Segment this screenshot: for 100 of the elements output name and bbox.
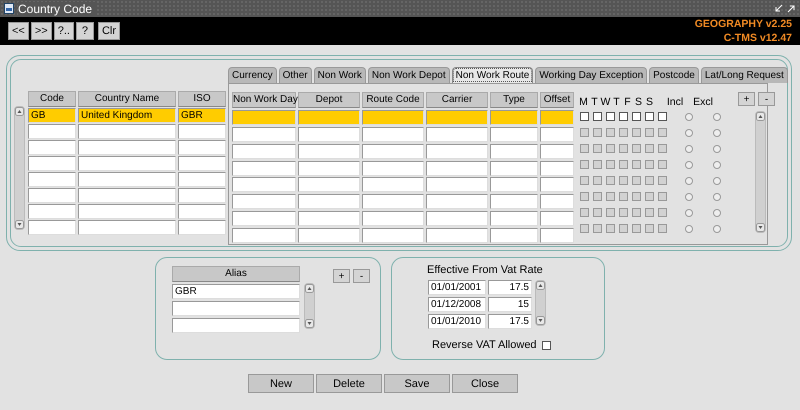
add-button[interactable]: +: [738, 92, 755, 106]
table-cell[interactable]: [232, 144, 296, 159]
table-cell[interactable]: [490, 160, 538, 176]
checkbox[interactable]: [645, 208, 654, 217]
tab[interactable]: Non Work Route: [452, 67, 534, 83]
checkbox[interactable]: [606, 224, 615, 233]
table-cell[interactable]: United Kingdom: [78, 108, 176, 123]
checkbox[interactable]: [593, 176, 602, 185]
radio-button[interactable]: [713, 208, 721, 216]
scrollbar[interactable]: [535, 280, 546, 326]
table-cell[interactable]: [540, 110, 574, 125]
scroll-down-button[interactable]: [536, 316, 545, 325]
table-cell[interactable]: [298, 160, 360, 176]
checkbox[interactable]: [632, 128, 641, 137]
scrollbar[interactable]: [755, 111, 766, 233]
tab[interactable]: Postcode: [649, 67, 699, 83]
checkbox[interactable]: [593, 144, 602, 153]
date-field[interactable]: 01/01/2010: [428, 314, 486, 329]
scroll-down-button[interactable]: [756, 223, 765, 232]
table-cell[interactable]: [78, 220, 176, 235]
checkbox[interactable]: [593, 160, 602, 169]
table-cell[interactable]: [490, 126, 538, 142]
table-cell[interactable]: [490, 144, 538, 159]
checkbox[interactable]: [632, 192, 641, 201]
table-cell[interactable]: [28, 188, 76, 203]
table-cell[interactable]: [490, 177, 538, 192]
table-cell[interactable]: [78, 172, 176, 187]
rate-field[interactable]: 17.5: [488, 280, 532, 295]
table-cell[interactable]: [178, 124, 226, 139]
table-cell[interactable]: [426, 228, 488, 244]
checkbox[interactable]: [645, 192, 654, 201]
toolbar-button[interactable]: <<: [8, 22, 29, 40]
tab[interactable]: Lat/Long Request: [700, 67, 788, 83]
table-cell[interactable]: [362, 126, 424, 142]
table-cell[interactable]: [362, 160, 424, 176]
checkbox[interactable]: [619, 144, 628, 153]
tab[interactable]: Currency: [228, 67, 277, 83]
checkbox[interactable]: [619, 176, 628, 185]
table-cell[interactable]: [178, 140, 226, 155]
table-cell[interactable]: [540, 160, 574, 176]
checkbox[interactable]: [580, 176, 589, 185]
rate-field[interactable]: 15: [488, 297, 532, 312]
table-cell[interactable]: [490, 211, 538, 226]
checkbox[interactable]: [658, 128, 667, 137]
table-cell[interactable]: [232, 228, 296, 244]
table-cell[interactable]: [232, 211, 296, 226]
scrollbar[interactable]: [14, 106, 25, 230]
checkbox[interactable]: [632, 176, 641, 185]
table-cell[interactable]: [362, 194, 424, 210]
table-cell[interactable]: [78, 156, 176, 171]
alias-field[interactable]: [172, 318, 300, 333]
action-button[interactable]: New: [248, 374, 314, 393]
remove-button[interactable]: -: [353, 269, 370, 283]
checkbox[interactable]: [619, 192, 628, 201]
checkbox[interactable]: [632, 224, 641, 233]
checkbox[interactable]: [658, 176, 667, 185]
radio-button[interactable]: [685, 144, 693, 152]
table-cell[interactable]: [232, 126, 296, 142]
toolbar-button[interactable]: ?..: [54, 22, 74, 40]
radio-button[interactable]: [713, 160, 721, 168]
radio-button[interactable]: [713, 128, 721, 136]
checkbox[interactable]: [619, 160, 628, 169]
scroll-up-button[interactable]: [15, 107, 24, 116]
minimize-icon[interactable]: [774, 4, 783, 13]
scroll-down-button[interactable]: [305, 319, 314, 328]
table-cell[interactable]: [78, 124, 176, 139]
scroll-up-button[interactable]: [756, 112, 765, 121]
table-cell[interactable]: [232, 177, 296, 192]
checkbox[interactable]: [580, 224, 589, 233]
checkbox[interactable]: [645, 144, 654, 153]
rate-field[interactable]: 17.5: [488, 314, 532, 329]
table-cell[interactable]: [426, 144, 488, 159]
radio-button[interactable]: [685, 208, 693, 216]
table-cell[interactable]: [178, 156, 226, 171]
action-button[interactable]: Delete: [316, 374, 382, 393]
action-button[interactable]: Close: [452, 374, 518, 393]
checkbox[interactable]: [658, 112, 667, 121]
radio-button[interactable]: [713, 176, 721, 184]
scroll-up-button[interactable]: [305, 284, 314, 293]
table-cell[interactable]: [298, 144, 360, 159]
table-cell[interactable]: [362, 211, 424, 226]
table-cell[interactable]: [426, 211, 488, 226]
checkbox[interactable]: [658, 144, 667, 153]
table-cell[interactable]: [426, 194, 488, 210]
table-cell[interactable]: [232, 110, 296, 125]
date-field[interactable]: 01/12/2008: [428, 297, 486, 312]
radio-button[interactable]: [685, 192, 693, 200]
alias-field[interactable]: GBR: [172, 284, 300, 299]
toolbar-button[interactable]: Clr: [98, 22, 120, 40]
table-cell[interactable]: GB: [28, 108, 76, 123]
table-cell[interactable]: [78, 140, 176, 155]
checkbox[interactable]: [593, 224, 602, 233]
table-cell[interactable]: [540, 211, 574, 226]
table-cell[interactable]: [178, 172, 226, 187]
table-cell[interactable]: [490, 110, 538, 125]
table-cell[interactable]: [362, 144, 424, 159]
radio-button[interactable]: [713, 224, 721, 232]
checkbox[interactable]: [645, 112, 654, 121]
table-cell[interactable]: GBR: [178, 108, 226, 123]
table-cell[interactable]: [540, 144, 574, 159]
